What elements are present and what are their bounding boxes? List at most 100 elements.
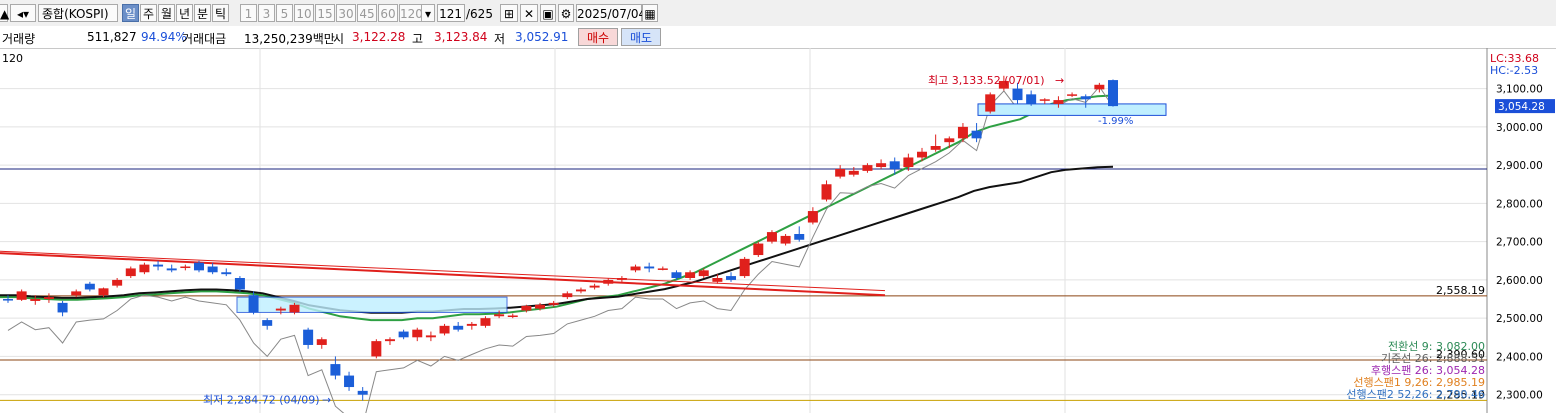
calendar-icon[interactable]: ▦	[642, 4, 658, 22]
candle-body	[726, 276, 737, 280]
history-nav-icon[interactable]: ◂▾	[10, 4, 36, 22]
corner-label: 120	[2, 52, 23, 65]
change-pct-label: -1.99%	[1098, 116, 1133, 127]
buy-button[interactable]: 매수	[578, 28, 618, 46]
volume-pct: 94.94%	[141, 30, 187, 44]
highlight-box-current	[977, 103, 1167, 116]
max-arrow: →	[1055, 74, 1064, 87]
interval-button-2[interactable]: 5	[276, 4, 293, 22]
candle-body	[644, 266, 655, 269]
candlestick-chart[interactable]: 1202,558.192,390.602,285.193,100.003,000…	[0, 48, 1556, 413]
count-input[interactable]: 121	[437, 4, 465, 22]
candle-body	[289, 304, 300, 313]
max-label: 최고 3,133.52 (07/01)	[928, 74, 1045, 87]
chart-tool-icon[interactable]: ✕	[520, 4, 538, 22]
interval-button-7[interactable]: 60	[378, 4, 398, 22]
period-tab-2[interactable]: 월	[158, 4, 175, 22]
base-line	[0, 165, 1114, 314]
candle-body	[207, 266, 218, 273]
interval-button-0[interactable]: 1	[240, 4, 257, 22]
y-tick-label: 2,700.00	[1496, 237, 1543, 249]
candle-body	[780, 235, 791, 244]
candle-body	[371, 341, 382, 357]
candle-body	[835, 168, 846, 177]
sell-button[interactable]: 매도	[621, 28, 661, 46]
candle-body	[166, 268, 177, 271]
market-select[interactable]: 종합(KOSPI)	[38, 4, 118, 22]
candle-body	[903, 157, 914, 168]
y-tick-label: 2,300.00	[1496, 390, 1543, 402]
candle-body	[589, 285, 600, 288]
candle-body	[807, 211, 818, 223]
candle-body	[153, 264, 164, 267]
candle-body	[425, 335, 436, 338]
period-tab-5[interactable]: 틱	[212, 4, 229, 22]
candle-body	[971, 130, 982, 139]
candle-body	[139, 264, 150, 273]
volume-label: 거래량	[2, 32, 36, 46]
interval-button-5[interactable]: 30	[336, 4, 356, 22]
candle-body	[1067, 94, 1078, 96]
date-input[interactable]: 2025/07/04	[576, 4, 646, 22]
candle-body	[562, 293, 573, 298]
candle-body	[889, 161, 900, 169]
candle-body	[753, 243, 764, 256]
y-tick-label: 3,100.00	[1496, 84, 1543, 96]
low-value: 3,052.91	[515, 30, 569, 44]
candle-body	[794, 234, 805, 240]
candle-body	[521, 305, 532, 311]
period-tab-3[interactable]: 년	[176, 4, 193, 22]
amount-value: 13,250,239백만	[244, 32, 335, 46]
candle-body	[1094, 84, 1105, 90]
save-icon[interactable]: ▣	[540, 4, 556, 22]
candle-body	[1053, 100, 1064, 104]
candle-body	[494, 314, 505, 317]
candle-body	[1108, 80, 1118, 107]
interval-button-1[interactable]: 3	[258, 4, 275, 22]
candle-body	[398, 331, 409, 338]
candle-body	[821, 184, 832, 200]
period-tab-0[interactable]: 일	[122, 4, 139, 22]
lagging-span	[7, 85, 1114, 413]
candle-body	[57, 302, 68, 313]
interval-button-6[interactable]: 45	[357, 4, 377, 22]
candle-body	[876, 163, 887, 168]
candle-body	[575, 289, 586, 292]
y-tick-label: 2,800.00	[1496, 198, 1543, 210]
candle-body	[43, 297, 54, 300]
candle-body	[466, 323, 477, 326]
period-tab-4[interactable]: 분	[194, 4, 211, 22]
candle-body	[84, 283, 95, 290]
indicator-legend-4: 선행스팬2 52,26: 2,790.46	[1346, 388, 1485, 401]
candle-body	[848, 170, 859, 175]
period-tab-1[interactable]: 주	[140, 4, 157, 22]
candle-body	[657, 268, 668, 270]
candle-body	[316, 339, 327, 345]
low-label: 저	[494, 32, 506, 46]
interval-button-3[interactable]: 10	[294, 4, 314, 22]
candle-body	[1080, 96, 1091, 100]
candle-body	[30, 299, 41, 301]
scroll-left-icon[interactable]: ▲	[0, 4, 9, 22]
candle-body	[248, 295, 259, 313]
candle-body	[412, 329, 423, 338]
candle-body	[507, 315, 518, 317]
candle-body	[193, 262, 204, 271]
candle-body	[1026, 94, 1037, 104]
interval-button-4[interactable]: 15	[315, 4, 335, 22]
candle-body	[480, 318, 491, 326]
candle-body	[112, 279, 123, 286]
interval-dropdown-icon[interactable]: ▾	[421, 4, 435, 22]
candle-body	[3, 299, 13, 301]
candle-body	[862, 165, 873, 171]
candle-body	[262, 320, 273, 326]
interval-button-8[interactable]: 120	[399, 4, 423, 22]
candle-body	[616, 278, 627, 280]
candle-body	[603, 279, 614, 284]
settings-icon[interactable]: ⚙	[558, 4, 574, 22]
volume-value: 511,827	[87, 30, 137, 44]
chart-add-icon[interactable]: ⊞	[500, 4, 518, 22]
candle-body	[98, 288, 109, 296]
candle-body	[303, 329, 314, 345]
candle-body	[439, 325, 450, 334]
